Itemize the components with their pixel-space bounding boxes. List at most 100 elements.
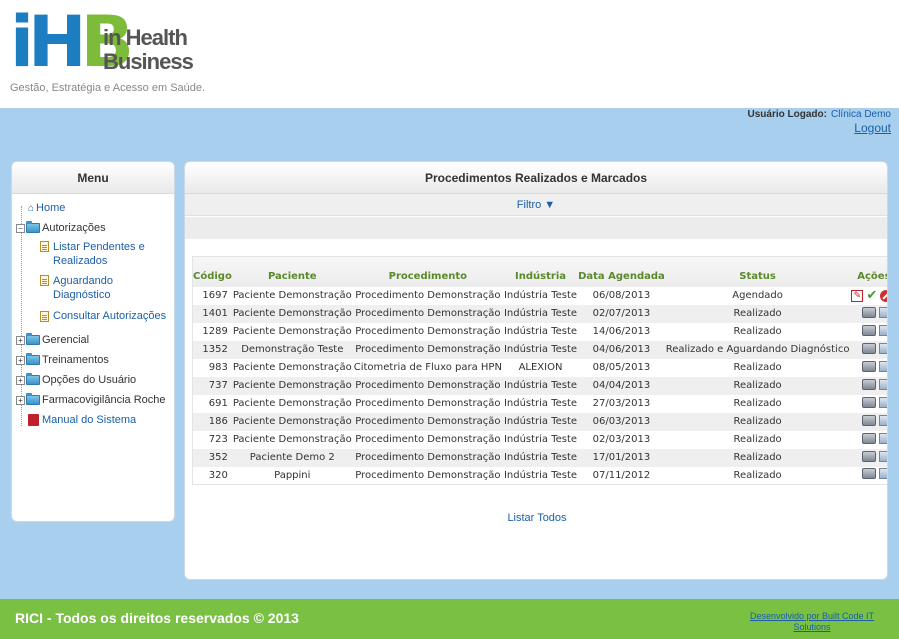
cell-data: 07/11/2012	[592, 469, 651, 481]
cell-paciente: Paciente Demo 2	[249, 452, 335, 463]
cell-paciente: Paciente Demonstração	[232, 326, 352, 337]
row-actions	[851, 468, 887, 480]
user-card-icon[interactable]	[879, 360, 887, 372]
menu-item-gerencial[interactable]: + Gerencial	[16, 330, 174, 350]
cell-procedimento: Procedimento Demonstração	[355, 469, 501, 481]
printer-icon[interactable]	[862, 396, 877, 408]
user-card-icon[interactable]	[879, 468, 887, 480]
table-row: 352 Paciente Demo 2 Procedimento Demonstra…	[192, 448, 887, 467]
ihb-logo[interactable]: iHB in Health Business Gestão, Estratégi…	[10, 6, 205, 100]
printer-icon[interactable]	[862, 342, 877, 354]
cell-acoes	[850, 341, 887, 359]
menu-item-farmacovigilancia[interactable]: + Farmacovigilância Roche	[16, 390, 174, 410]
cell-acoes	[850, 305, 887, 323]
cell-procedimento: Procedimento Demonstração	[355, 434, 501, 445]
printer-icon[interactable]	[862, 378, 877, 390]
col-codigo[interactable]: Código	[193, 257, 232, 287]
row-actions: ✎ ✔	[851, 289, 887, 302]
menu-item-listar-pendentes[interactable]: Listar Pendentes e Realizados	[16, 238, 174, 272]
copyright-text: RICI - Todos os direitos reservados © 20…	[15, 610, 299, 626]
menu-aguardando-link[interactable]: Aguardando Diagnóstico	[53, 274, 153, 302]
table-header-row: Código Paciente Procedimento Indústria D…	[192, 256, 887, 287]
cell-paciente: Paciente Demonstração	[232, 308, 352, 319]
logout-link[interactable]: Logout	[748, 121, 891, 135]
cancel-icon[interactable]	[880, 289, 887, 302]
cell-paciente: Paciente Demonstração	[232, 398, 352, 409]
menu-item-treinamentos[interactable]: + Treinamentos	[16, 350, 174, 370]
cell-codigo: 352	[208, 452, 228, 463]
cell-codigo: 691	[208, 398, 228, 409]
printer-icon[interactable]	[862, 468, 877, 480]
col-industria[interactable]: Indústria	[503, 257, 578, 287]
col-procedimento[interactable]: Procedimento	[353, 257, 503, 287]
house-icon: ⌂	[28, 202, 35, 214]
filter-toggle[interactable]: Filtro ▼	[517, 199, 555, 211]
expand-icon[interactable]: +	[16, 375, 25, 385]
cell-codigo: 186	[208, 416, 228, 427]
menu-item-consultar[interactable]: Consultar Autorizações	[16, 306, 174, 326]
cell-industria: Indústria Teste	[503, 290, 578, 301]
menu-item-opcoes[interactable]: + Opções do Usuário	[16, 370, 174, 390]
user-card-icon[interactable]	[879, 450, 887, 462]
col-paciente[interactable]: Paciente	[232, 257, 353, 287]
printer-icon[interactable]	[862, 450, 877, 462]
menu-consultar-link[interactable]: Consultar Autorizações	[53, 310, 166, 322]
check-icon[interactable]: ✔	[866, 289, 877, 302]
cell-data: 27/03/2013	[592, 398, 651, 409]
collapse-icon[interactable]: −	[16, 223, 25, 233]
user-card-icon[interactable]	[879, 378, 887, 390]
cell-industria: Indústria Teste	[503, 380, 578, 391]
cell-procedimento: Procedimento Demonstração	[355, 344, 501, 355]
table-row: 186 Paciente Demonstração Procedimento Dem…	[192, 412, 887, 431]
list-all-link[interactable]: Listar Todos	[507, 512, 566, 524]
row-actions	[851, 432, 887, 444]
user-card-icon[interactable]	[879, 324, 887, 336]
menu-item-manual[interactable]: Manual do Sistema	[16, 410, 174, 430]
printer-icon[interactable]	[862, 324, 877, 336]
menu-manual-link[interactable]: Manual do Sistema	[42, 414, 136, 426]
cell-procedimento: Procedimento Demonstração	[355, 326, 501, 337]
user-card-icon[interactable]	[879, 396, 887, 408]
row-actions	[851, 324, 887, 336]
printer-icon[interactable]	[862, 306, 877, 318]
expand-icon[interactable]: +	[16, 335, 25, 345]
menu-panel: Menu ⌂ Home − Autorizações Listar Penden…	[11, 161, 175, 522]
printer-icon[interactable]	[862, 360, 877, 372]
printer-icon[interactable]	[862, 414, 877, 426]
edit-document-icon[interactable]: ✎	[851, 289, 864, 302]
table-row: 723 Paciente Demonstração Procedimento Dem…	[192, 430, 887, 449]
cell-acoes	[850, 323, 887, 341]
cell-status: Realizado	[733, 362, 782, 373]
table-row: 983 Paciente Demonstração Citometria de Fl…	[192, 358, 887, 377]
printer-icon[interactable]	[862, 432, 877, 444]
logged-user-name[interactable]: Clínica Demo	[831, 109, 891, 120]
col-data[interactable]: Data Agendada	[578, 257, 665, 287]
list-all-row: Listar Todos	[185, 512, 887, 524]
document-icon	[40, 310, 49, 322]
cell-industria: ALEXION	[518, 362, 563, 373]
cell-data: 02/03/2013	[592, 434, 651, 445]
logo-tagline: Gestão, Estratégia e Acesso em Saúde.	[10, 82, 206, 94]
cell-acoes	[850, 413, 887, 431]
table-row: 1697 Paciente Demonstração Procedimento De…	[192, 286, 887, 305]
menu-listar-link[interactable]: Listar Pendentes e Realizados	[53, 240, 153, 268]
developer-link[interactable]: Desenvolvido por Built Code IT Solutions	[737, 611, 887, 633]
menu-item-home[interactable]: ⌂ Home	[16, 198, 174, 218]
user-card-icon[interactable]	[879, 432, 887, 444]
expand-icon[interactable]: +	[16, 395, 25, 405]
menu-home-link[interactable]: Home	[36, 202, 65, 214]
col-status[interactable]: Status	[665, 257, 851, 287]
folder-icon	[26, 333, 40, 345]
expand-icon[interactable]: +	[16, 355, 25, 365]
menu-item-aguardando[interactable]: Aguardando Diagnóstico	[16, 272, 174, 306]
user-card-icon[interactable]	[879, 414, 887, 426]
table-row: 1352 Demonstração Teste Procedimento Demon…	[192, 340, 887, 359]
user-card-icon[interactable]	[879, 342, 887, 354]
cell-industria: Indústria Teste	[503, 326, 578, 337]
cell-paciente: Paciente Demonstração	[232, 434, 352, 445]
procedures-title: Procedimentos Realizados e Marcados	[185, 162, 887, 194]
menu-item-autorizacoes[interactable]: − Autorizações	[16, 218, 174, 238]
user-card-icon[interactable]	[879, 306, 887, 318]
filter-area	[185, 217, 887, 239]
user-info: Usuário Logado: Clínica Demo Logout	[748, 109, 891, 135]
